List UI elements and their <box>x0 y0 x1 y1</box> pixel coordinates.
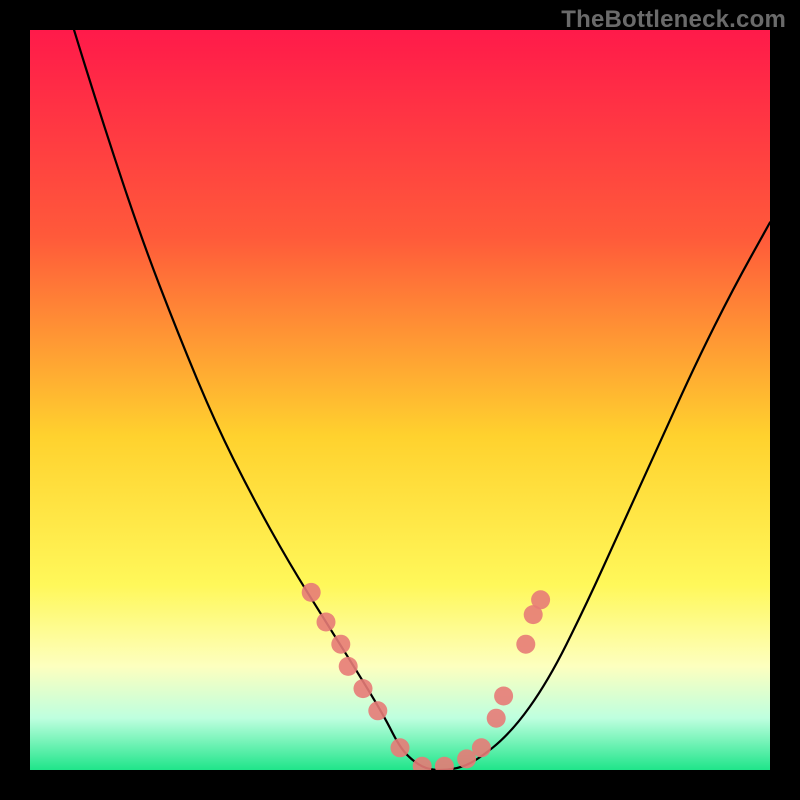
highlight-dot <box>302 583 321 602</box>
highlight-dot <box>354 679 373 698</box>
chart-svg <box>30 30 770 770</box>
highlight-dot <box>317 613 336 632</box>
highlight-dot <box>472 738 491 757</box>
highlight-dot <box>494 687 513 706</box>
gradient-background <box>30 30 770 770</box>
highlight-dot <box>368 701 387 720</box>
highlight-dot <box>516 635 535 654</box>
watermark-text: TheBottleneck.com <box>561 6 786 34</box>
plot-area <box>30 30 770 770</box>
highlight-dot <box>487 709 506 728</box>
highlight-dot <box>391 738 410 757</box>
highlight-dot <box>339 657 358 676</box>
highlight-dot <box>331 635 350 654</box>
highlight-dot <box>531 590 550 609</box>
